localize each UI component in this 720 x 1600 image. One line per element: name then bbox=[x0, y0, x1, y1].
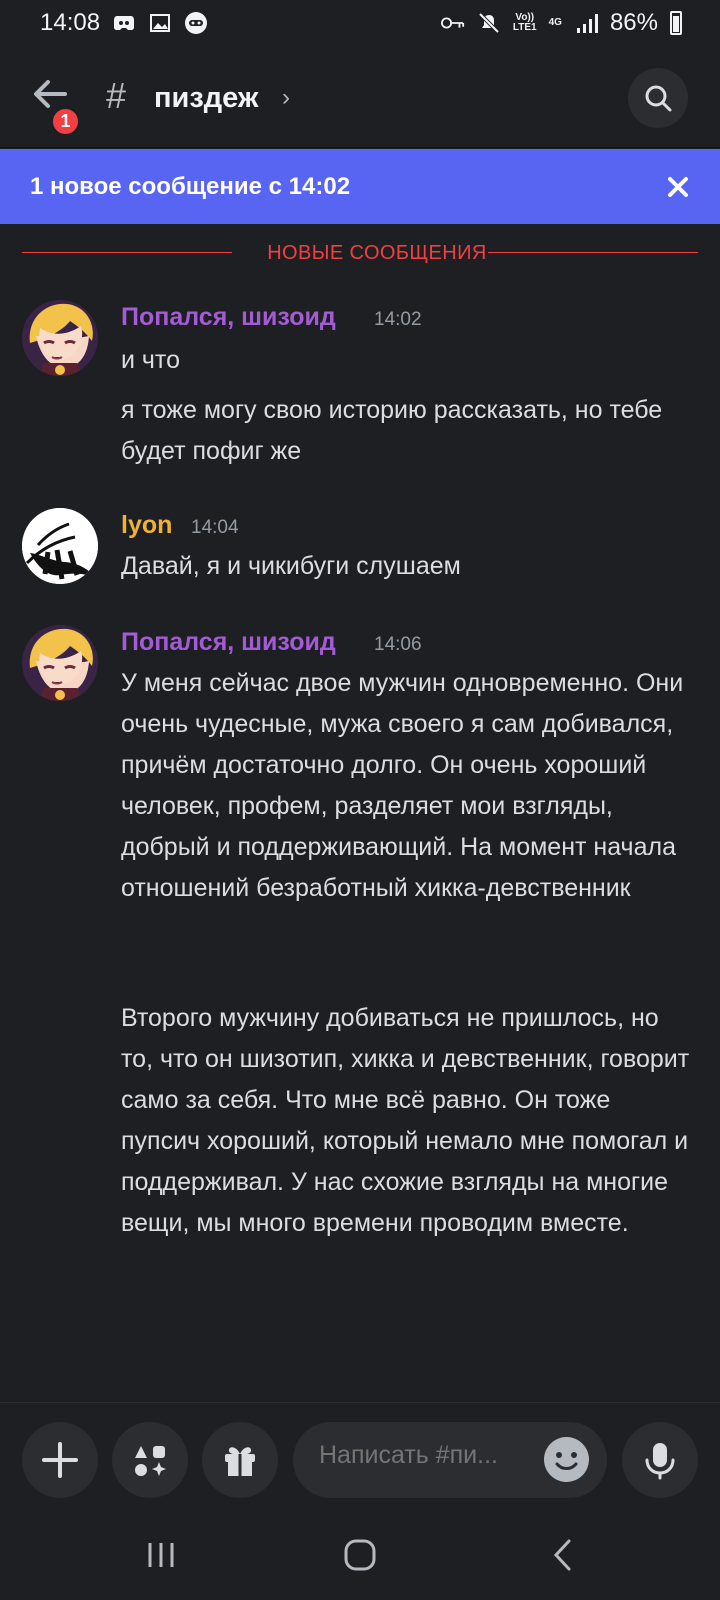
message-group[interactable]: lyon 14:04 Давай, я и чикибуги слушаем bbox=[0, 508, 720, 590]
message-input[interactable] bbox=[319, 1441, 529, 1470]
message-text[interactable]: Второго мужчину добиваться не пришлось, … bbox=[121, 998, 696, 1244]
message-timestamp: 14:02 bbox=[374, 309, 422, 330]
system-back-button[interactable] bbox=[538, 1530, 588, 1580]
lyon-avatar-icon bbox=[22, 508, 98, 584]
message-composer bbox=[0, 1402, 720, 1508]
message-author[interactable]: Попался, шизоид bbox=[121, 627, 336, 657]
signal-type-label: 4G bbox=[548, 17, 562, 28]
battery-icon bbox=[670, 11, 682, 35]
message-input-container[interactable] bbox=[293, 1422, 607, 1498]
microphone-icon bbox=[645, 1443, 675, 1480]
apps-icon bbox=[135, 1446, 166, 1476]
status-left: 14:08 bbox=[40, 9, 208, 37]
home-button[interactable] bbox=[335, 1530, 385, 1580]
discord-notification-icon bbox=[112, 13, 136, 33]
channel-title[interactable]: пиздеж bbox=[154, 80, 258, 116]
channel-header: 1 # пиздеж › bbox=[0, 46, 720, 148]
message-timestamp: 14:04 bbox=[191, 517, 239, 538]
new-messages-divider: НОВЫЕ СООБЩЕНИЯ bbox=[22, 242, 698, 264]
new-messages-divider-label: НОВЫЕ СООБЩЕНИЯ bbox=[267, 242, 487, 264]
gallery-notification-icon bbox=[148, 13, 172, 33]
divider-left-line bbox=[22, 252, 232, 253]
close-icon bbox=[668, 176, 688, 197]
avatar[interactable] bbox=[22, 625, 98, 701]
voice-message-button[interactable] bbox=[622, 1422, 698, 1498]
message-text[interactable]: и что bbox=[121, 340, 696, 381]
chevron-left-icon bbox=[553, 1539, 571, 1571]
channel-chevron-icon[interactable]: › bbox=[282, 84, 290, 112]
search-icon bbox=[645, 85, 672, 112]
channel-hash-icon: # bbox=[106, 75, 127, 116]
mute-icon bbox=[477, 12, 501, 34]
android-navigation-bar bbox=[0, 1508, 720, 1600]
divider-right-line bbox=[488, 252, 698, 253]
status-time: 14:08 bbox=[40, 9, 101, 36]
recent-apps-button[interactable] bbox=[136, 1530, 186, 1580]
lte-label: LTE1 bbox=[512, 22, 537, 33]
status-right: Vo)) LTE1 4G 86% bbox=[440, 9, 682, 37]
emoji-icon bbox=[555, 1452, 578, 1470]
network-label: Vo)) LTE1 bbox=[513, 13, 537, 33]
gift-button[interactable] bbox=[202, 1422, 278, 1498]
avatar[interactable] bbox=[22, 300, 98, 376]
message-text[interactable]: У меня сейчас двое мужчин одновременно. … bbox=[121, 663, 696, 909]
anime-avatar-icon bbox=[22, 300, 98, 376]
anime-avatar-icon bbox=[22, 625, 98, 701]
game-notification-icon bbox=[184, 12, 208, 34]
key-icon bbox=[440, 13, 465, 33]
avatar[interactable] bbox=[22, 508, 98, 584]
status-bar: 14:08 Vo)) LTE1 4G 86% bbox=[0, 0, 720, 46]
close-banner-button[interactable] bbox=[662, 171, 694, 203]
new-messages-banner-text[interactable]: 1 новое сообщение с 14:02 bbox=[30, 173, 350, 201]
message-text[interactable]: Давай, я и чикибуги слушаем bbox=[121, 546, 696, 587]
message-timestamp: 14:06 bbox=[374, 634, 422, 655]
message-author[interactable]: Попался, шизоид bbox=[121, 302, 336, 332]
plus-icon bbox=[42, 1442, 78, 1478]
home-icon bbox=[344, 1539, 376, 1571]
add-button[interactable] bbox=[22, 1422, 98, 1498]
signal-icon bbox=[574, 13, 598, 33]
notification-badge: 1 bbox=[50, 106, 81, 137]
search-button[interactable] bbox=[628, 68, 688, 128]
apps-button[interactable] bbox=[112, 1422, 188, 1498]
back-button[interactable]: 1 bbox=[30, 74, 81, 137]
emoji-button[interactable] bbox=[544, 1437, 589, 1482]
battery-text: 86% bbox=[609, 9, 658, 36]
message-author[interactable]: lyon bbox=[121, 510, 172, 540]
message-group[interactable]: Попался, шизоид 14:02 и что я тоже могу … bbox=[0, 300, 720, 472]
message-group[interactable]: Попался, шизоид 14:06 У меня сейчас двое… bbox=[0, 625, 720, 1335]
message-text[interactable]: я тоже могу свою историю рассказать, но … bbox=[121, 390, 696, 472]
gift-icon bbox=[225, 1447, 255, 1476]
new-messages-banner[interactable]: 1 новое сообщение с 14:02 bbox=[0, 149, 720, 224]
recent-apps-icon bbox=[148, 1543, 174, 1567]
